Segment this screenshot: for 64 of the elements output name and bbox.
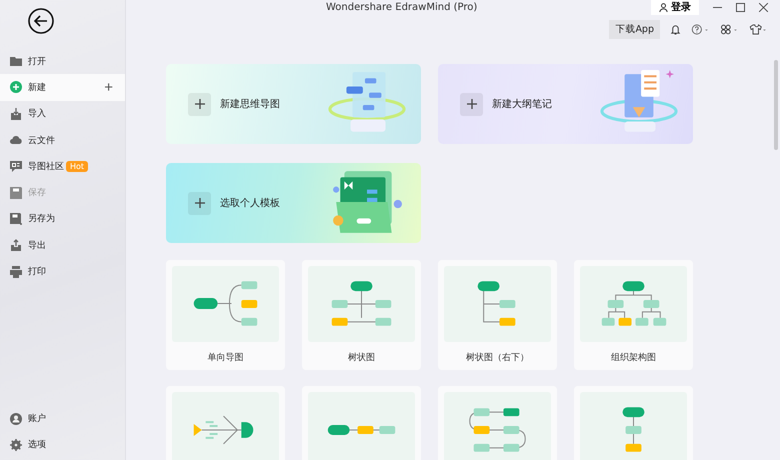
sidebar-item[interactable]: 账户 <box>0 405 125 432</box>
vertical-flow-diagram-drawing <box>622 407 644 452</box>
sidebar-item-label: 导图社区 <box>28 160 64 173</box>
template-label: 树状图（右下） <box>466 352 529 364</box>
bell-icon[interactable] <box>670 24 681 35</box>
sidebar-item[interactable]: 导图社区 Hot <box>0 153 125 180</box>
chat-icon <box>10 160 22 172</box>
download-app-button[interactable]: 下载App <box>609 20 660 39</box>
grid-icon[interactable] <box>720 24 739 35</box>
sidebar-item-label: 另存为 <box>28 212 55 226</box>
user-icon <box>659 2 668 12</box>
create-card[interactable]: 选取个人模板 <box>166 163 421 243</box>
create-card[interactable]: 新建思维导图 <box>166 64 421 144</box>
template-label: 树状图 <box>348 352 375 364</box>
sidebar-item[interactable]: 打印 <box>0 258 125 285</box>
help-icon[interactable] <box>691 24 710 35</box>
timeline-diagram-drawing <box>328 425 396 435</box>
create-card[interactable]: 新建大纲笔记 <box>438 64 693 144</box>
sidebar-item-label: 保存 <box>28 186 46 200</box>
plus-circle-icon <box>10 81 22 94</box>
template-card[interactable]: 单向导图 <box>166 260 285 370</box>
sidebar-item[interactable]: 选项 <box>0 432 125 458</box>
login-button[interactable]: 登录 <box>651 0 699 15</box>
save-as-icon <box>10 212 22 225</box>
close-icon[interactable] <box>759 2 768 12</box>
template-card[interactable]: 树状图（右下） <box>438 260 557 370</box>
sidebar-item-label: 新建 <box>28 82 46 94</box>
plus-icon <box>188 192 211 214</box>
user-icon <box>10 412 22 425</box>
hot-badge: Hot <box>66 160 88 172</box>
sidebar-item-label: 导入 <box>28 108 46 120</box>
sidebar-item[interactable]: 另存为 <box>0 206 125 232</box>
sidebar-item-label: 账户 <box>28 412 46 426</box>
template-card[interactable]: 组织架构图 <box>574 260 693 370</box>
maximize-icon[interactable] <box>736 2 745 12</box>
sidebar-item-label: 打印 <box>28 266 46 278</box>
gear-icon <box>10 438 22 451</box>
scrollbar-thumb[interactable] <box>774 60 778 150</box>
window-title: Wondershare EdrawMind (Pro) <box>326 2 478 12</box>
sidebar-item-label: 导出 <box>28 240 46 252</box>
template-card[interactable]: 树状图 <box>302 260 421 370</box>
plus-icon <box>460 92 483 116</box>
sidebar-item-label: 选项 <box>28 438 46 452</box>
plus-icon <box>188 92 211 116</box>
save-icon <box>10 186 22 199</box>
import-icon <box>10 108 22 120</box>
sidebar-item-label: 云文件 <box>28 134 55 147</box>
add-button[interactable]: + <box>104 80 113 95</box>
sidebar-item[interactable]: 导入 <box>0 100 125 127</box>
shirt-icon[interactable] <box>749 24 768 35</box>
cloud-icon <box>10 134 22 146</box>
create-card-label: 选取个人模板 <box>220 196 280 210</box>
sidebar-item-label: 打开 <box>28 56 46 68</box>
template-label: 单向导图 <box>208 352 244 364</box>
create-card-label: 新建大纲笔记 <box>492 98 552 111</box>
create-card-label: 新建思维导图 <box>220 98 280 111</box>
template-label: 组织架构图 <box>611 352 656 364</box>
sidebar-item[interactable]: 云文件 <box>0 126 125 154</box>
folder-icon <box>10 55 22 68</box>
sidebar-item[interactable]: 打开 <box>0 48 125 74</box>
printer-icon <box>10 266 22 278</box>
sidebar-item[interactable]: 新建 + <box>0 74 125 101</box>
sidebar-item[interactable]: 导出 <box>0 232 125 258</box>
export-icon <box>10 239 22 252</box>
